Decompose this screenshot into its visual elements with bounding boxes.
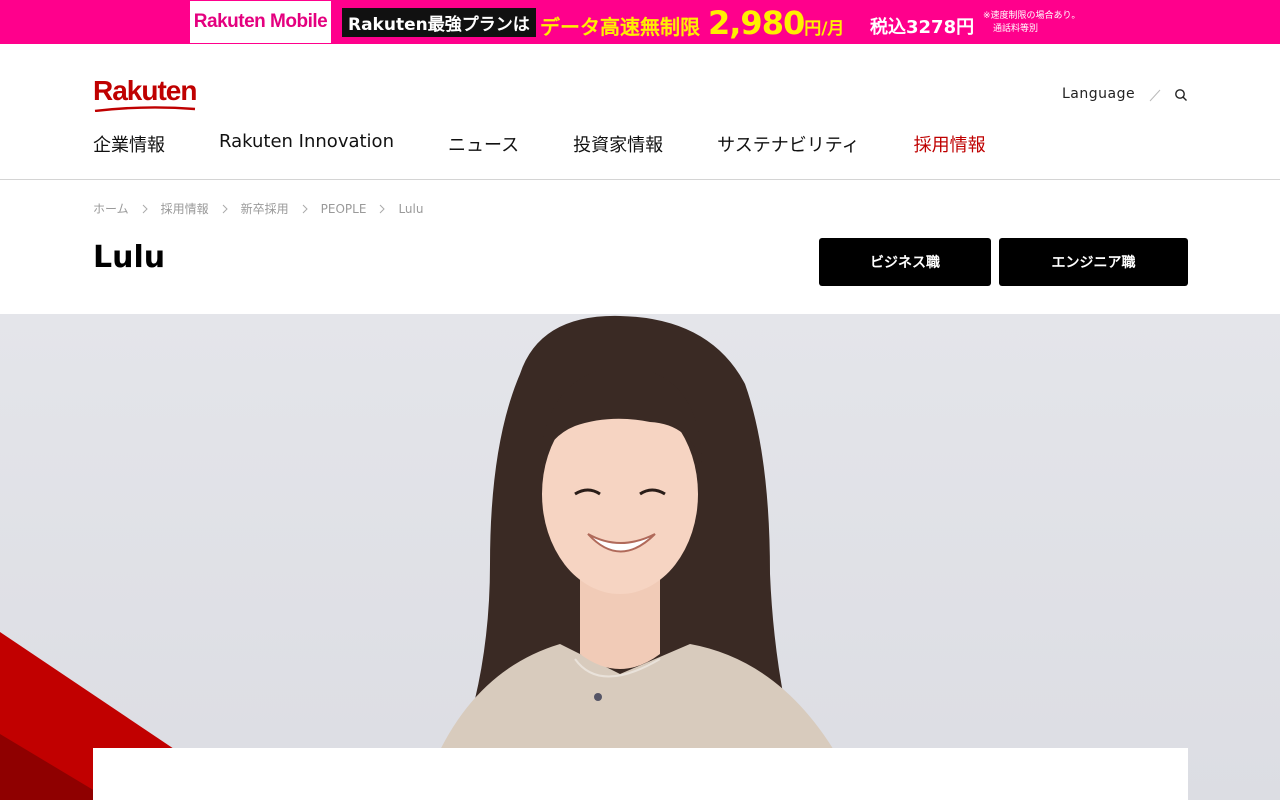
chevron-right-icon (302, 204, 308, 213)
nav-sustainability[interactable]: サステナビリティ (717, 131, 860, 157)
breadcrumb-home[interactable]: ホーム (93, 200, 129, 217)
nav-news[interactable]: ニュース (448, 131, 519, 157)
header-divider (0, 179, 1280, 180)
promo-price-unit: 円/月 (804, 19, 845, 39)
search-icon[interactable] (1174, 88, 1188, 102)
divider-slash-icon (1149, 89, 1161, 102)
nav-investors[interactable]: 投資家情報 (573, 131, 663, 157)
portrait-illustration (0, 315, 860, 800)
language-link[interactable]: Language (1062, 86, 1135, 102)
promo-headline: データ高速無制限 2,980 円/月 (540, 4, 845, 42)
promo-note: ※速度制限の場合あり。 通話料等別 (983, 10, 1080, 36)
nav-corporate[interactable]: 企業情報 (93, 131, 165, 157)
promo-headline-text: データ高速無制限 (540, 15, 700, 39)
page-title: Lulu (93, 240, 166, 275)
business-role-button[interactable]: ビジネス職 (819, 238, 991, 286)
rakuten-logo[interactable]: Rakuten (93, 76, 197, 112)
promo-banner[interactable]: Rakuten Mobile Rakuten最強プランは データ高速無制限 2,… (0, 0, 1280, 44)
logo-swoosh-icon (94, 106, 196, 112)
breadcrumb-careers[interactable]: 採用情報 (161, 200, 209, 217)
promo-plan-label: Rakuten最強プランは (342, 8, 536, 37)
main-nav: 企業情報 Rakuten Innovation ニュース 投資家情報 サステナビ… (93, 131, 1040, 157)
hero-image (0, 314, 1280, 800)
chevron-right-icon (222, 204, 228, 213)
engineer-role-button[interactable]: エンジニア職 (999, 238, 1188, 286)
nav-careers[interactable]: 採用情報 (914, 131, 986, 157)
breadcrumb: ホーム 採用情報 新卒採用 PEOPLE Lulu (93, 200, 423, 217)
breadcrumb-people[interactable]: PEOPLE (321, 202, 367, 216)
promo-tax-price: 税込3278円 (870, 17, 975, 38)
promo-price: 2,980 (708, 4, 805, 42)
breadcrumb-new-graduate[interactable]: 新卒採用 (241, 200, 289, 217)
promo-note-line1: ※速度制限の場合あり。 (983, 11, 1081, 21)
rakuten-mobile-logo: Rakuten Mobile (190, 1, 331, 43)
breadcrumb-current: Lulu (398, 201, 424, 216)
rakuten-logo-text: Rakuten (93, 75, 197, 106)
nav-rakuten-innovation[interactable]: Rakuten Innovation (219, 131, 394, 157)
chevron-right-icon (142, 204, 148, 213)
content-card (93, 748, 1188, 800)
chevron-right-icon (380, 204, 386, 213)
promo-note-line2: 通話料等別 (993, 24, 1039, 34)
